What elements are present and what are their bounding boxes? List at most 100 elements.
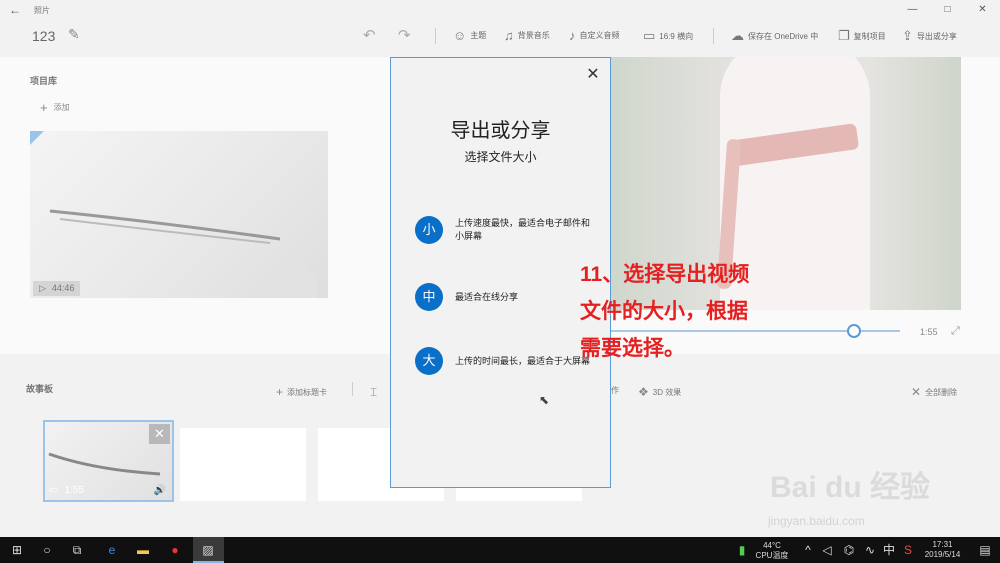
cpu-temp-label: CPU温度 xyxy=(755,551,789,560)
clip-duration: ▭ 1:55 xyxy=(49,485,84,496)
seek-knob[interactable] xyxy=(846,324,861,338)
undo-icon[interactable]: ↶ xyxy=(363,26,376,44)
record-app-icon[interactable]: ● xyxy=(166,541,184,559)
aspect-ratio-icon: ▭ xyxy=(643,28,656,43)
toolbar: 123 ✎ ↶ ↷ ☺ 主题 ♫ 背景音乐 ♪ 自定义音频 ▭ 16:9 横向 ☁ 保存在… xyxy=(0,22,1000,52)
copy-icon: ❐ xyxy=(838,28,850,43)
chevron-up-icon[interactable]: ^ xyxy=(799,541,817,559)
toolbar-divider xyxy=(713,28,714,44)
person-audio-icon: ♪ xyxy=(569,28,576,43)
annotation-line: 11、选择导出视频 xyxy=(580,263,750,286)
palette-icon: ☺ xyxy=(453,28,467,43)
export-label: 导出或分享 xyxy=(916,31,957,41)
aspect-ratio-button[interactable]: ▭ 16:9 横向 xyxy=(643,28,693,44)
storyboard-slot[interactable] xyxy=(180,428,306,501)
search-icon[interactable]: ○ xyxy=(38,541,56,559)
annotation-text: 11、选择导出视频 文件的大小，根据 需要选择。 xyxy=(580,256,749,367)
close-dialog-button[interactable]: ✕ xyxy=(584,64,602,84)
3d-effects-icon: ❖ xyxy=(638,385,649,399)
remove-clip-button[interactable]: ✕ xyxy=(149,424,170,444)
volume-icon[interactable]: ◁ xyxy=(818,541,836,559)
network-icon[interactable]: ⌬ xyxy=(840,541,858,559)
remove-all-button[interactable]: ✕ 全部删除 xyxy=(911,385,957,399)
storyboard-clip-selected[interactable]: ✕ ▭ 1:55 🔊 xyxy=(43,420,174,502)
app-title: 照片 xyxy=(34,5,50,15)
custom-audio-label: 自定义音频 xyxy=(579,31,620,40)
volume-icon[interactable]: 🔊 xyxy=(154,485,166,496)
custom-audio-button[interactable]: ♪ 自定义音频 xyxy=(569,28,620,43)
clock[interactable]: 17:31 2019/5/14 xyxy=(915,540,970,560)
share-icon: ⇪ xyxy=(902,28,913,43)
mouse-cursor-icon: ⬉ xyxy=(539,393,550,407)
wifi-icon[interactable]: ∿ xyxy=(861,541,879,559)
size-option-text: 上传速度最快，最适合电子邮件和小屏幕 xyxy=(455,218,591,241)
remove-all-label: 全部删除 xyxy=(925,387,958,397)
thumbnail-duration: ▷ 44:46 xyxy=(33,281,81,296)
size-option-small[interactable]: 小 上传速度最快，最适合电子邮件和小屏幕 xyxy=(415,216,595,244)
task-view-icon[interactable]: ⧉ xyxy=(68,541,86,559)
dialog-subtitle: 选择文件大小 xyxy=(464,150,537,164)
add-title-card-button[interactable]: + 添加标题卡 xyxy=(276,385,327,399)
photos-app-icon[interactable]: ▨ xyxy=(199,541,217,559)
windows-start-icon[interactable]: ⊞ xyxy=(8,541,26,559)
project-name[interactable]: 123 xyxy=(32,28,55,44)
trim-glyph: ⌶ xyxy=(370,385,378,399)
add-title-card-label: 添加标题卡 xyxy=(287,387,328,397)
cloud-icon: ☁ xyxy=(731,28,744,43)
redo-icon[interactable]: ↷ xyxy=(398,26,411,44)
notification-icon[interactable]: ▤ xyxy=(976,541,994,559)
edit-name-pencil-icon[interactable]: ✎ xyxy=(68,26,80,43)
file-explorer-icon[interactable]: ▬ xyxy=(134,541,152,559)
clip-duration-text: 1:55 xyxy=(64,485,84,496)
3d-effects-label: 3D 效果 xyxy=(652,387,682,397)
size-badge: 中 xyxy=(415,283,443,311)
size-option-large[interactable]: 大 上传的时间最长，最适合于大屏幕 xyxy=(415,347,595,375)
size-option-text: 最适合在线分享 xyxy=(455,291,519,302)
library-thumbnail[interactable]: ▷ 44:46 xyxy=(30,131,328,298)
cpu-temp: 44°C xyxy=(763,541,781,550)
theme-button[interactable]: ☺ 主题 xyxy=(453,28,486,43)
aspect-label: 16:9 横向 xyxy=(659,31,694,41)
photos-app-window: ← 照片 — □ ✕ 123 ✎ ↶ ↷ ☺ 主题 ♫ 背景音乐 ♪ 自定义音频 ▭ 1… xyxy=(0,0,1000,537)
size-badge: 大 xyxy=(415,347,443,375)
playback-time: 1:55 xyxy=(920,327,938,337)
export-button[interactable]: ⇪ 导出或分享 xyxy=(902,28,957,44)
plus-icon: + xyxy=(40,100,48,115)
title-bar: ← 照片 — □ ✕ xyxy=(0,0,1000,20)
music-button[interactable]: ♫ 背景音乐 xyxy=(504,28,550,43)
dialog-title: 导出或分享 xyxy=(450,120,551,142)
baidu-watermark-url: jingyan.baidu.com xyxy=(768,514,865,528)
theme-label: 主题 xyxy=(470,31,487,40)
battery-icon[interactable]: ▮ xyxy=(733,541,751,559)
duplicate-label: 复制项目 xyxy=(853,31,886,41)
selected-corner-marker xyxy=(30,131,44,145)
clip-frame-icon: ▭ xyxy=(49,485,59,496)
trim-icon[interactable]: ⌶ xyxy=(370,385,377,400)
cpu-temp-widget[interactable]: 44°C CPU温度 xyxy=(752,541,792,561)
size-badge: 小 xyxy=(415,216,443,244)
save-onedrive-button[interactable]: ☁ 保存在 OneDrive 中 xyxy=(731,28,818,44)
toolbar-divider xyxy=(435,28,436,44)
input-method[interactable]: 中 xyxy=(880,541,898,559)
3d-effects-button[interactable]: ❖ 3D 效果 xyxy=(638,385,681,399)
library-add-button[interactable]: + 添加 xyxy=(40,100,70,115)
window-controls: — □ ✕ xyxy=(895,0,1000,20)
close-icon: ✕ xyxy=(911,385,922,399)
export-dialog: ✕ 导出或分享 选择文件大小 小 上传速度最快，最适合电子邮件和小屏幕 中 最适… xyxy=(390,57,611,488)
baidu-watermark: Bai du 经验 xyxy=(770,471,931,504)
music-label: 背景音乐 xyxy=(517,31,550,40)
annotation-line: 需要选择。 xyxy=(580,337,685,360)
storyboard-divider xyxy=(352,382,353,396)
partial-action-label[interactable]: 作 xyxy=(611,385,619,396)
plus-icon: + xyxy=(276,385,284,399)
back-arrow-icon[interactable]: ← xyxy=(0,3,30,17)
duplicate-button[interactable]: ❐ 复制项目 xyxy=(838,28,886,44)
fullscreen-icon[interactable]: ⤢ xyxy=(951,325,960,338)
size-option-text: 上传的时间最长，最适合于大屏幕 xyxy=(455,355,591,366)
close-window-button[interactable]: ✕ xyxy=(965,0,1000,20)
library-title: 项目库 xyxy=(30,76,58,86)
minimize-button[interactable]: — xyxy=(895,0,930,20)
edge-browser-icon[interactable]: e xyxy=(103,541,121,559)
size-option-medium[interactable]: 中 最适合在线分享 xyxy=(415,283,595,311)
maximize-button[interactable]: □ xyxy=(930,0,965,20)
